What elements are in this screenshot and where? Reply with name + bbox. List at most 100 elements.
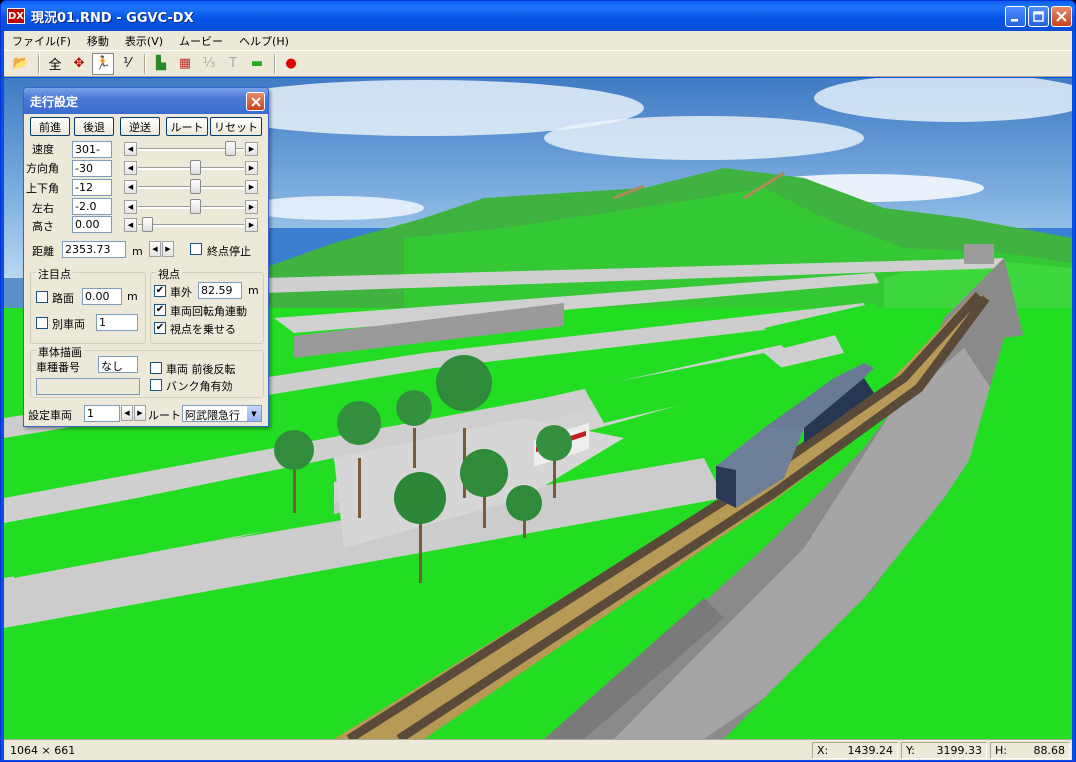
lateral-slider[interactable]: ◀ ▶ (124, 199, 258, 215)
slider-left-arrow-icon[interactable]: ◀ (124, 218, 137, 232)
heading-input[interactable]: -30 (72, 160, 112, 177)
slider-left-arrow-icon[interactable]: ◀ (124, 200, 137, 214)
status-h-value: 88.68 (1033, 744, 1066, 757)
menu-view[interactable]: 表示(V) (117, 33, 171, 49)
color-grid-icon[interactable]: ▦ (174, 53, 196, 75)
pitch-input[interactable]: -12 (72, 179, 112, 196)
lateral-input[interactable]: -2.0 (72, 198, 112, 215)
route-label: ルート (148, 409, 181, 422)
road-checkbox[interactable] (36, 291, 48, 303)
vector-icon[interactable]: ⅓ (198, 53, 220, 75)
route-select[interactable]: 阿武隈急行 ▼ (182, 405, 262, 422)
vehicle-type-name (36, 378, 140, 395)
close-button[interactable] (1051, 6, 1072, 27)
runner-icon[interactable]: 🏃 (92, 52, 114, 75)
vehicle-type-input[interactable]: なし (98, 356, 138, 373)
setting-vehicle-input[interactable]: 1 (84, 405, 120, 422)
slider-left-arrow-icon[interactable]: ◀ (124, 142, 137, 156)
dialog-close-button[interactable] (246, 92, 265, 111)
status-y-value: 3199.33 (936, 744, 983, 757)
backward-button[interactable]: 後退 (74, 117, 114, 136)
slider-right-arrow-icon[interactable]: ▶ (245, 218, 258, 232)
slider-thumb[interactable] (225, 141, 237, 156)
dialog-title-bar[interactable]: 走行設定 (24, 88, 268, 114)
chevron-down-icon[interactable]: ▼ (247, 406, 261, 421)
menu-file[interactable]: ファイル(F) (4, 33, 79, 49)
travel-settings-dialog: 走行設定 前進 後退 逆送 ルート リセット 速度 301- ◀ ▶ 方向角 -3… (23, 87, 269, 427)
status-bar: 1064 × 661 X: 1439.24 Y: 3199.33 H: 88.6… (4, 739, 1072, 760)
close-icon (250, 96, 261, 107)
toolbar-separator (144, 53, 146, 74)
outside-unit: m (248, 284, 259, 297)
slider-left-arrow-icon[interactable]: ◀ (124, 161, 137, 175)
reset-button[interactable]: リセット (210, 117, 262, 136)
rotation-link-checkbox[interactable]: ✔ (154, 304, 166, 316)
distance-spin-left-icon[interactable]: ◀ (149, 241, 161, 257)
distance-spin-right-icon[interactable]: ▶ (162, 241, 174, 257)
height-slider[interactable]: ◀ ▶ (124, 217, 258, 233)
slider-left-arrow-icon[interactable]: ◀ (124, 180, 137, 194)
tunnel-portal (964, 244, 994, 264)
scale-icon[interactable]: ⅟ (116, 53, 138, 75)
end-stop-checkbox[interactable] (190, 243, 202, 255)
speed-input[interactable]: 301- (72, 141, 112, 158)
flip-label: 車両 前後反転 (166, 363, 236, 376)
forward-button[interactable]: 前進 (30, 117, 70, 136)
other-vehicle-input[interactable]: 1 (96, 314, 138, 331)
slider-thumb[interactable] (190, 160, 202, 175)
body-group-title: 車体描画 (36, 344, 84, 360)
route-button[interactable]: ルート (166, 117, 208, 136)
open-folder-icon[interactable]: 📂 (10, 53, 32, 75)
distance-input[interactable]: 2353.73 (62, 241, 126, 258)
slider-right-arrow-icon[interactable]: ▶ (245, 180, 258, 194)
outside-checkbox[interactable]: ✔ (154, 285, 166, 297)
distance-unit: m (132, 245, 143, 258)
record-icon[interactable]: ● (280, 53, 302, 75)
cloud (244, 196, 424, 220)
route-select-value: 阿武隈急行 (185, 409, 240, 422)
dialog-title: 走行設定 (30, 94, 79, 109)
heading-slider[interactable]: ◀ ▶ (124, 160, 258, 176)
slider-thumb[interactable] (190, 179, 202, 194)
rotation-link-label: 車両回転角連動 (170, 305, 247, 318)
menu-movie[interactable]: ムービー (171, 33, 231, 49)
menu-help[interactable]: ヘルプ(H) (231, 33, 297, 49)
slider-thumb[interactable] (190, 199, 202, 214)
slider-right-arrow-icon[interactable]: ▶ (245, 200, 258, 214)
title-bar[interactable]: DX 現況01.RND - GGVC-DX (1, 1, 1075, 31)
reverse-button[interactable]: 逆送 (120, 117, 160, 136)
pitch-slider[interactable]: ◀ ▶ (124, 179, 258, 195)
flip-checkbox[interactable] (150, 362, 162, 374)
status-x: X: 1439.24 (812, 742, 898, 759)
outside-input[interactable]: 82.59 (198, 282, 242, 299)
toolbar: 📂 全 ✥ 🏃 ⅟ ▙ ▦ ⅓ T ▬ ● (4, 50, 1072, 77)
grass-icon[interactable]: ▬ (246, 53, 268, 75)
ride-checkbox[interactable]: ✔ (154, 322, 166, 334)
speed-slider[interactable]: ◀ ▶ (124, 141, 258, 157)
ride-label: 視点を乗せる (170, 323, 236, 336)
window-title: 現況01.RND - GGVC-DX (31, 10, 194, 26)
all-view-icon[interactable]: 全 (44, 53, 66, 75)
vehicle-spin-left-icon[interactable]: ◀ (121, 405, 133, 421)
height-input[interactable]: 0.00 (72, 216, 112, 233)
heading-label: 方向角 (26, 162, 59, 175)
terrain-icon[interactable]: ▙ (150, 53, 172, 75)
other-vehicle-checkbox[interactable] (36, 317, 48, 329)
menu-bar: ファイル(F) 移動 表示(V) ムービー ヘルプ(H) (4, 31, 1072, 50)
minimize-button[interactable] (1005, 6, 1026, 27)
bank-checkbox[interactable] (150, 379, 162, 391)
status-x-value: 1439.24 (847, 744, 894, 757)
vehicle-spin-right-icon[interactable]: ▶ (134, 405, 146, 421)
maximize-button[interactable] (1028, 6, 1049, 27)
menu-move[interactable]: 移動 (79, 33, 117, 49)
slider-thumb[interactable] (141, 217, 153, 232)
other-vehicle-label: 別車両 (52, 318, 85, 331)
vehicle-type-label: 車種番号 (36, 361, 80, 374)
road-input[interactable]: 0.00 (82, 288, 122, 305)
viewpoint-group-title: 視点 (156, 266, 182, 282)
slider-right-arrow-icon[interactable]: ▶ (245, 161, 258, 175)
status-h: H: 88.68 (990, 742, 1070, 759)
slider-right-arrow-icon[interactable]: ▶ (245, 142, 258, 156)
text-icon[interactable]: T (222, 53, 244, 75)
move-cross-icon[interactable]: ✥ (68, 53, 90, 75)
